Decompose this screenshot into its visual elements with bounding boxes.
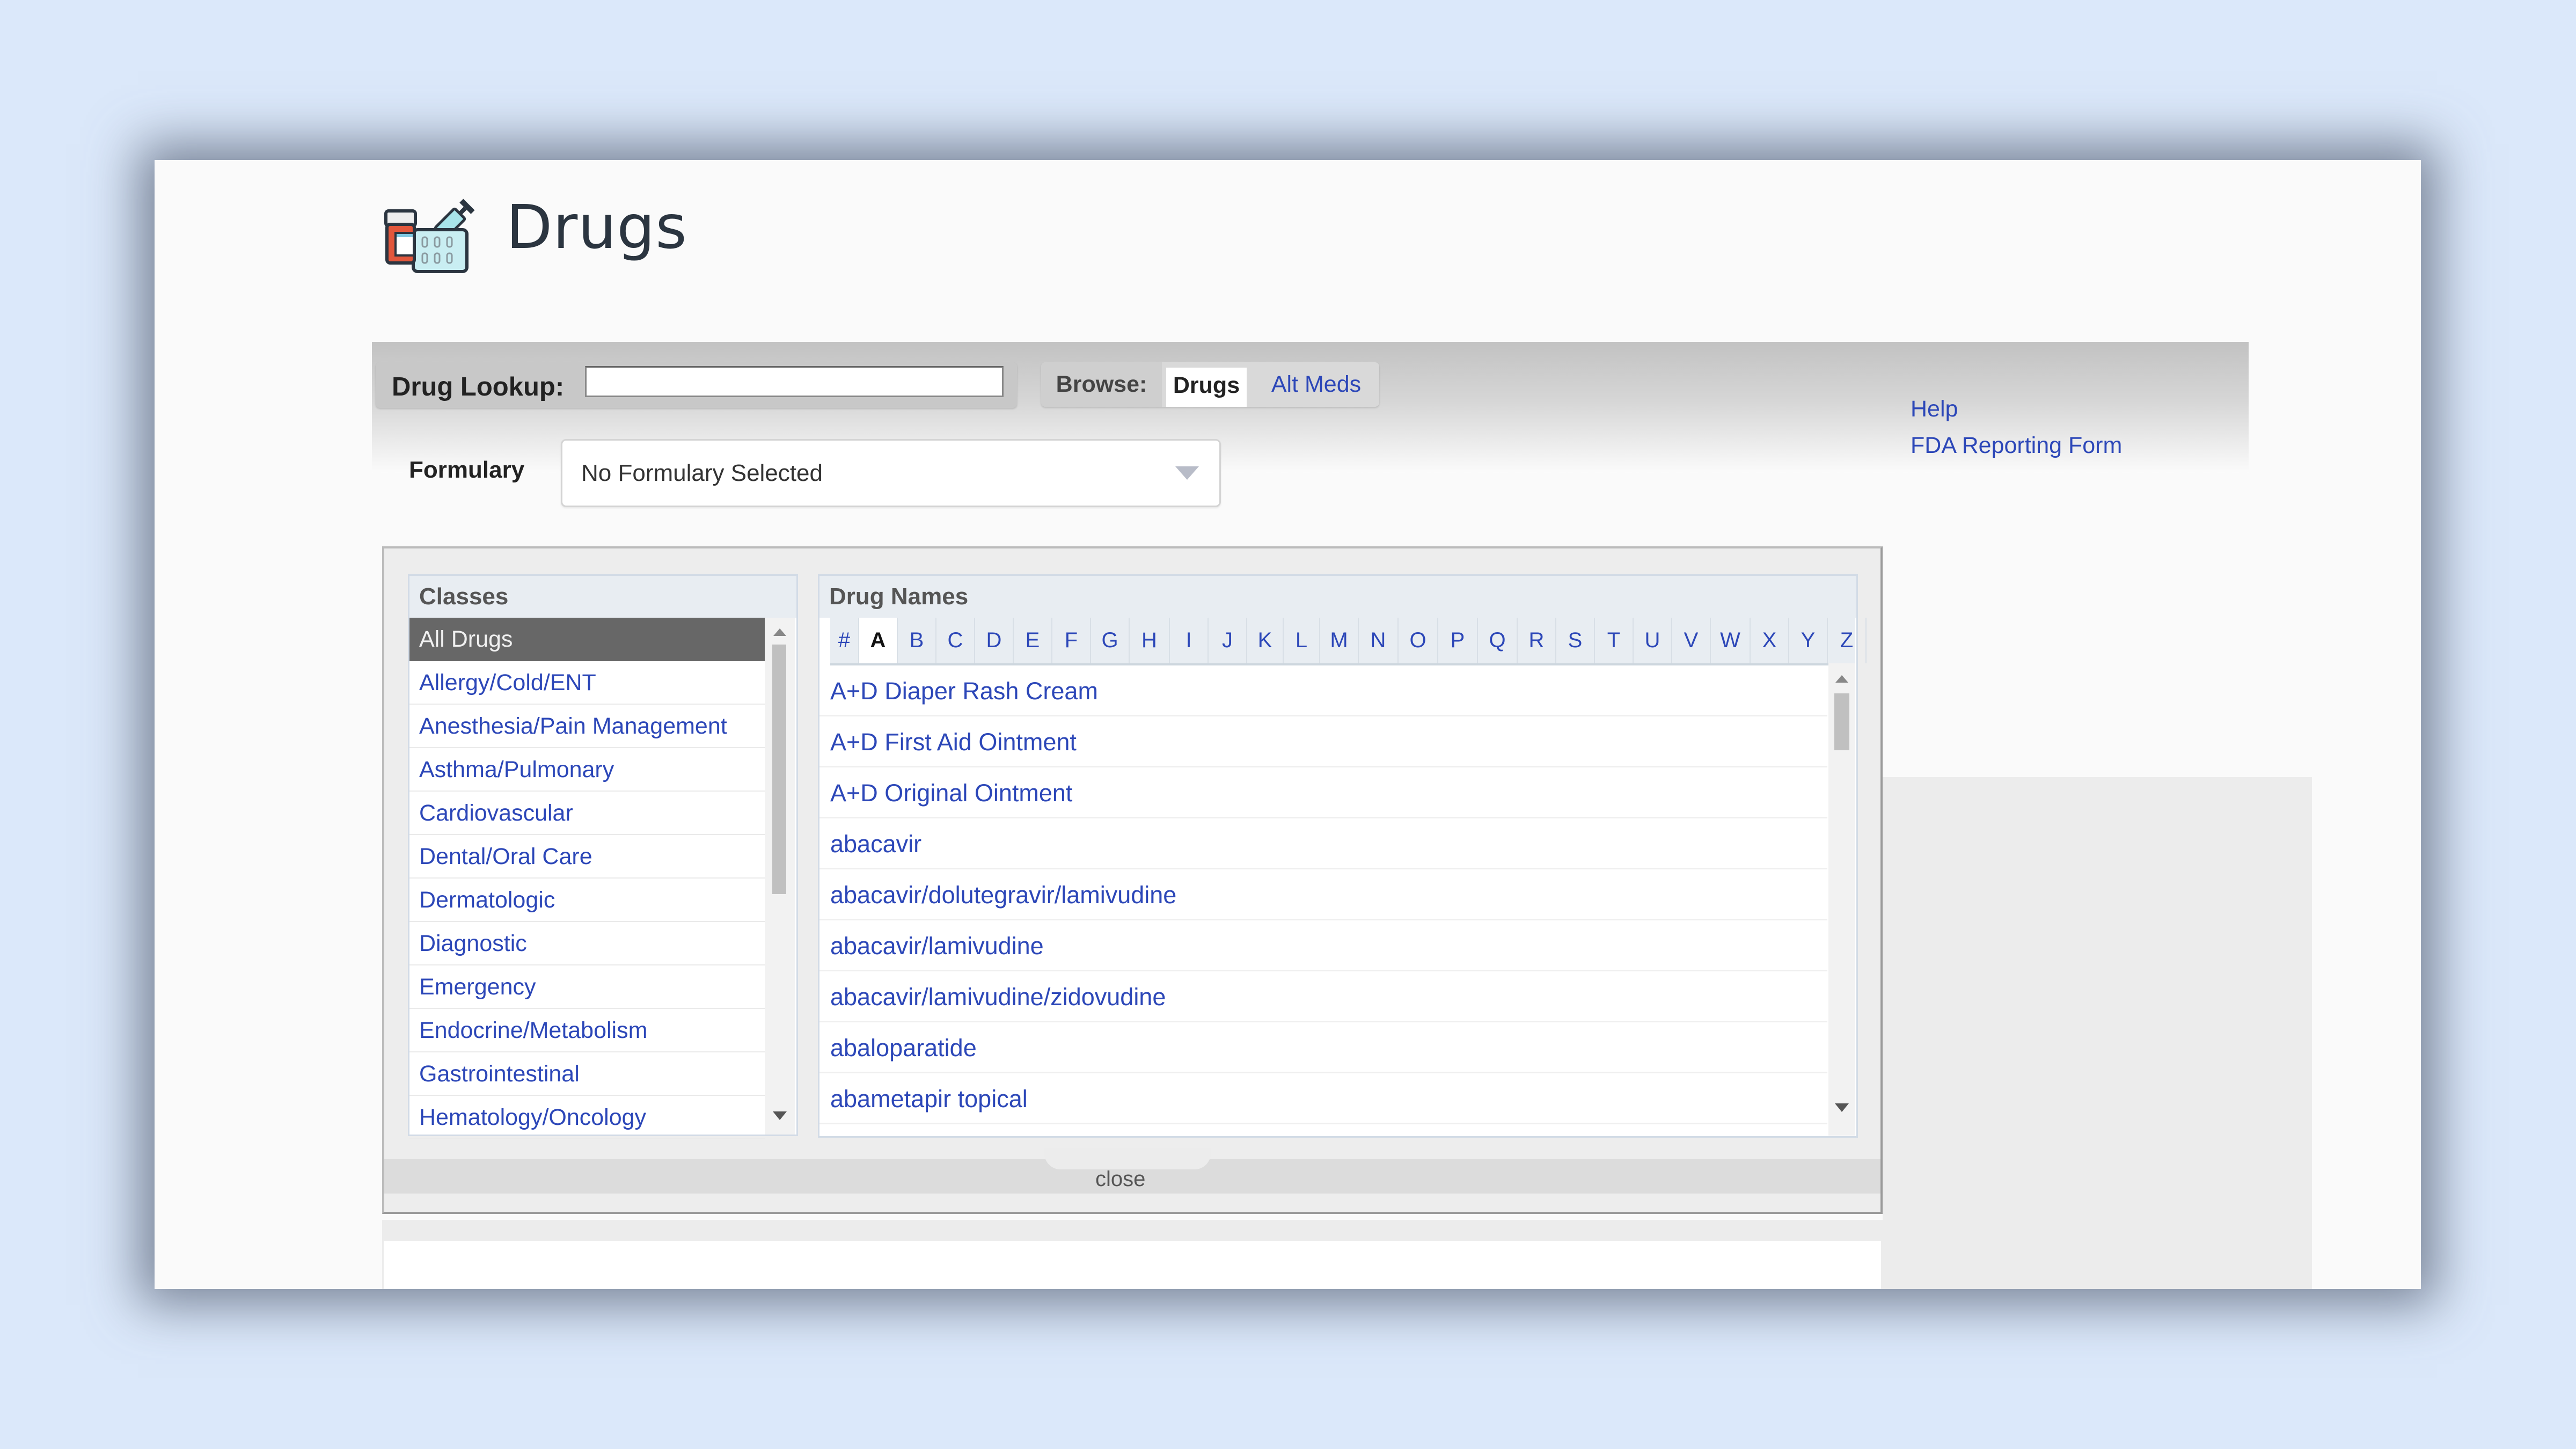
close-tab[interactable] (1044, 1148, 1211, 1169)
letter-filter-v[interactable]: V (1672, 618, 1711, 663)
letter-filter-a[interactable]: A (859, 618, 898, 663)
scroll-down-icon[interactable] (1835, 1103, 1849, 1112)
drug-lookup-label: Drug Lookup: (392, 372, 565, 401)
scroll-down-icon[interactable] (773, 1111, 787, 1120)
drug-name-item[interactable]: abacavir/lamivudine (819, 920, 1827, 971)
results-area (384, 1241, 1881, 1289)
class-item[interactable]: Endocrine/Metabolism (409, 1009, 765, 1052)
formulary-label: Formulary (409, 457, 525, 483)
letter-filter-n[interactable]: N (1359, 618, 1399, 663)
tab-alt-meds[interactable]: Alt Meds (1256, 362, 1377, 407)
class-item[interactable]: Dermatologic (409, 879, 765, 922)
classes-scroll-thumb[interactable] (772, 645, 786, 894)
letter-filter-o[interactable]: O (1399, 618, 1438, 663)
letter-filter-h[interactable]: H (1130, 618, 1170, 663)
letter-filter-r[interactable]: R (1518, 618, 1556, 663)
drug-name-item[interactable]: abametapir topical (819, 1073, 1827, 1124)
letter-filter-d[interactable]: D (975, 618, 1014, 663)
letter-filter-c[interactable]: C (936, 618, 975, 663)
browse-panel: Classes All Drugs Allergy/Cold/ENT Anest… (382, 546, 1883, 1214)
right-gray-area (1883, 777, 2312, 1289)
letter-filter-p[interactable]: P (1438, 618, 1478, 663)
letter-filter-m[interactable]: M (1320, 618, 1359, 663)
browse-group: Browse: Drugs Alt Meds (1041, 362, 1379, 407)
classes-list: All Drugs Allergy/Cold/ENT Anesthesia/Pa… (409, 618, 765, 1139)
drug-name-item[interactable]: A+D Diaper Rash Cream (819, 665, 1827, 716)
browse-label: Browse: (1041, 362, 1162, 407)
class-item[interactable]: Emergency (409, 965, 765, 1009)
tab-drugs[interactable]: Drugs (1166, 368, 1247, 407)
help-link[interactable]: Help (1911, 396, 1958, 422)
letter-filter-w[interactable]: W (1711, 618, 1751, 663)
class-item[interactable]: Anesthesia/Pain Management (409, 705, 765, 748)
letter-filter-j[interactable]: J (1209, 618, 1247, 663)
drug-name-item[interactable]: abaloparatide (819, 1022, 1827, 1073)
formulary-select[interactable]: No Formulary Selected (561, 439, 1221, 507)
formulary-selected-value: No Formulary Selected (581, 460, 823, 486)
letter-filter-x[interactable]: X (1751, 618, 1789, 663)
letter-filter-u[interactable]: U (1634, 618, 1672, 663)
class-item[interactable]: Cardiovascular (409, 792, 765, 835)
letter-filter-l[interactable]: L (1284, 618, 1320, 663)
class-item[interactable]: Allergy/Cold/ENT (409, 661, 765, 705)
alphabet-filter: # A B C D E F G H I J K L M N O P Q R S T U V W X Y Z (830, 618, 1867, 665)
drug-names-header: Drug Names (819, 576, 1856, 618)
drug-name-item[interactable]: abacavir/lamivudine/zidovudine (819, 971, 1827, 1022)
class-item[interactable]: Asthma/Pulmonary (409, 748, 765, 792)
drug-names-box: Drug Names # A B C D E F G H I J K L M N O P Q R S T U V W X Y Z A… (818, 574, 1867, 1138)
drug-name-item[interactable]: A+D First Aid Ointment (819, 716, 1827, 767)
class-item[interactable]: Gastrointestinal (409, 1052, 765, 1096)
drug-name-item[interactable]: abacavir/dolutegravir/lamivudine (819, 869, 1827, 920)
scroll-up-icon[interactable] (773, 628, 786, 636)
chevron-down-icon (1175, 466, 1199, 480)
fda-reporting-form-link[interactable]: FDA Reporting Form (1911, 433, 2122, 459)
classes-header: Classes (409, 576, 796, 618)
app-window: Drugs Drug Lookup: Browse: Drugs Alt Med… (155, 160, 2421, 1289)
letter-filter-b[interactable]: B (898, 618, 936, 663)
classes-scrollbar[interactable] (765, 618, 795, 1135)
letter-filter-s[interactable]: S (1556, 618, 1595, 663)
classes-box: Classes All Drugs Allergy/Cold/ENT Anest… (408, 574, 798, 1139)
drug-names-scrollbar[interactable] (1828, 663, 1855, 1136)
class-item[interactable]: All Drugs (409, 618, 765, 661)
letter-filter-z[interactable]: Z (1828, 618, 1867, 663)
letter-filter-i[interactable]: I (1170, 618, 1209, 663)
drug-lookup-input[interactable] (585, 366, 1004, 397)
class-item[interactable]: Hematology/Oncology (409, 1096, 765, 1139)
letter-filter-g[interactable]: G (1091, 618, 1130, 663)
drug-names-scroll-thumb[interactable] (1834, 693, 1849, 750)
drug-names-list: A+D Diaper Rash Cream A+D First Aid Oint… (819, 665, 1827, 1124)
letter-filter-f[interactable]: F (1052, 618, 1091, 663)
letter-filter-t[interactable]: T (1595, 618, 1634, 663)
class-item[interactable]: Diagnostic (409, 922, 765, 965)
class-item[interactable]: Dental/Oral Care (409, 835, 765, 879)
drug-lookup-group: Drug Lookup: (376, 362, 1017, 408)
drug-name-item[interactable]: abacavir (819, 818, 1827, 869)
drugs-icon (384, 199, 475, 273)
letter-filter-number[interactable]: # (830, 618, 859, 663)
close-button[interactable]: close (1095, 1167, 1145, 1191)
letter-filter-e[interactable]: E (1014, 618, 1052, 663)
letter-filter-q[interactable]: Q (1478, 618, 1518, 663)
letter-filter-k[interactable]: K (1247, 618, 1284, 663)
drug-name-item[interactable]: A+D Original Ointment (819, 767, 1827, 818)
page-title: Drugs (506, 193, 687, 262)
letter-filter-y[interactable]: Y (1789, 618, 1828, 663)
scroll-up-icon[interactable] (1835, 675, 1848, 683)
